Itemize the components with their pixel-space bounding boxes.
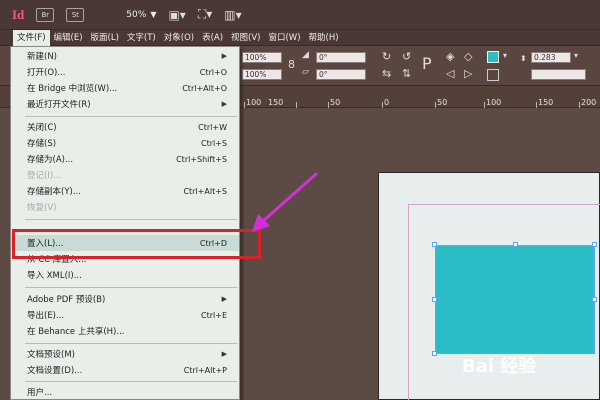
selected-rectangle-frame[interactable] bbox=[435, 245, 595, 354]
submenu-arrow-icon: ▶ bbox=[221, 100, 227, 108]
ruler-tick bbox=[296, 102, 297, 108]
file-menu-dropdown: 新建(N) ▶ 打开(O)... Ctrl+O 在 Bridge 中浏览(W)...… bbox=[10, 46, 240, 400]
stroke-type-field[interactable] bbox=[531, 69, 586, 80]
select-container-icon[interactable]: ◈ bbox=[446, 50, 454, 63]
scale-y-field[interactable]: 100% bbox=[242, 69, 282, 80]
stroke-swatch[interactable] bbox=[487, 69, 499, 81]
menu-item-document-setup[interactable]: 文档设置(D)... Ctrl+Alt+P bbox=[11, 362, 239, 378]
app-logo: Id bbox=[12, 6, 25, 22]
ruler-tick bbox=[328, 102, 329, 108]
menu-item-save-as[interactable]: 存储为(A)... Ctrl+Shift+S bbox=[11, 151, 239, 167]
menu-item-save[interactable]: 存储(S) Ctrl+S bbox=[11, 135, 239, 151]
fill-swatch[interactable] bbox=[487, 51, 499, 63]
chevron-down-icon: ▼ bbox=[150, 9, 157, 19]
constrain-link-icon[interactable]: 8 bbox=[288, 58, 295, 71]
select-next-icon[interactable]: ▷ bbox=[464, 67, 472, 80]
stock-button[interactable]: St bbox=[66, 7, 85, 22]
rotate-ccw-icon[interactable]: ↺ bbox=[402, 50, 411, 63]
menu-view[interactable]: 视图(V) bbox=[227, 30, 264, 46]
menu-item-user[interactable]: 用户... bbox=[11, 384, 239, 400]
menu-item-document-presets[interactable]: 文档预设(M) ▶ bbox=[11, 346, 239, 362]
ruler-label: 0 bbox=[384, 98, 390, 107]
zoom-value: 50% bbox=[126, 9, 147, 20]
ruler-label: 50 bbox=[437, 98, 448, 107]
ruler-tick bbox=[435, 102, 436, 108]
frame-handle-bottom-left[interactable] bbox=[432, 351, 437, 356]
annotation-arrow-icon bbox=[252, 172, 318, 232]
menu-item-export[interactable]: 导出(E)... Ctrl+E bbox=[11, 307, 239, 323]
ruler-label: 100 bbox=[246, 98, 262, 107]
menu-item-recent-files[interactable]: 最近打开文件(R) ▶ bbox=[11, 96, 239, 112]
flip-horizontal-icon[interactable]: ⇆ bbox=[382, 67, 391, 80]
rotate-angle-icon: ◢ bbox=[302, 50, 309, 60]
frame-handle-top-left[interactable] bbox=[432, 242, 437, 247]
ruler-label: 100 bbox=[486, 98, 502, 107]
menu-item-pdf-presets[interactable]: Adobe PDF 预设(B) ▶ bbox=[11, 291, 239, 307]
menu-separator bbox=[25, 219, 237, 220]
menu-edit[interactable]: 编辑(E) bbox=[50, 30, 87, 46]
zoom-dropdown[interactable]: 50% ▼ bbox=[126, 10, 156, 20]
menu-item-new[interactable]: 新建(N) ▶ bbox=[11, 48, 239, 64]
frame-handle-top-right[interactable] bbox=[592, 242, 597, 247]
stroke-weight-field[interactable]: 0.283 bbox=[531, 52, 571, 63]
ruler-tick bbox=[382, 102, 383, 108]
shear-field[interactable]: 0° bbox=[316, 69, 366, 80]
menu-item-open[interactable]: 打开(O)... Ctrl+O bbox=[11, 64, 239, 80]
submenu-arrow-icon: ▶ bbox=[221, 295, 227, 303]
rotate-cw-icon[interactable]: ↻ bbox=[382, 50, 391, 63]
reference-point-icon[interactable]: P bbox=[422, 54, 432, 73]
flip-vertical-icon[interactable]: ⇅ bbox=[402, 67, 411, 80]
arrange-documents-icon[interactable]: ▥▾ bbox=[224, 8, 241, 22]
menu-item-browse-bridge[interactable]: 在 Bridge 中浏览(W)... Ctrl+Alt+O bbox=[11, 80, 239, 96]
menu-item-revert: 恢复(V) bbox=[27, 203, 57, 213]
select-previous-icon[interactable]: ◁ bbox=[446, 67, 454, 80]
menu-item-save-copy[interactable]: 存储副本(Y)... Ctrl+Alt+S bbox=[11, 183, 239, 199]
frame-handle-top[interactable] bbox=[513, 242, 518, 247]
ruler-tick bbox=[244, 102, 245, 108]
stroke-weight-dropdown-icon[interactable]: ▾ bbox=[574, 51, 578, 60]
ruler-label: 150 bbox=[268, 98, 284, 107]
bridge-button[interactable]: Br bbox=[36, 7, 55, 22]
frame-handle-right[interactable] bbox=[592, 297, 597, 302]
menu-bar: 文件(F) 编辑(E) 版面(L) 文字(T) 对象(O) 表(A) 视图(V)… bbox=[0, 29, 600, 46]
rotate-field[interactable]: 0° bbox=[316, 52, 366, 63]
frame-handle-left[interactable] bbox=[432, 297, 437, 302]
menu-help[interactable]: 帮助(H) bbox=[305, 30, 343, 46]
shear-angle-icon: ▱ bbox=[302, 67, 309, 77]
ruler-label: 150 bbox=[538, 98, 554, 107]
menu-separator bbox=[25, 381, 237, 382]
submenu-arrow-icon: ▶ bbox=[221, 350, 227, 358]
ruler-label: 200 bbox=[581, 98, 597, 107]
watermark: Bai 经验 bbox=[462, 356, 537, 377]
ruler-label: 50 bbox=[330, 98, 341, 107]
menu-separator bbox=[25, 116, 237, 117]
fill-dropdown-icon[interactable]: ▾ bbox=[503, 51, 507, 60]
scale-x-field[interactable]: 100% bbox=[242, 52, 282, 63]
menu-item-check-in: 登记(I)... bbox=[27, 171, 62, 181]
menu-window[interactable]: 窗口(W) bbox=[264, 30, 304, 46]
menu-item-share-behance[interactable]: 在 Behance 上共享(H)... bbox=[11, 323, 239, 339]
stroke-weight-stepper-icon[interactable]: ⬍ bbox=[520, 54, 527, 63]
ruler-tick bbox=[484, 102, 485, 108]
screen-mode-icon[interactable]: ⛶▾ bbox=[198, 7, 212, 22]
annotation-highlight-box bbox=[12, 229, 261, 259]
menu-type[interactable]: 文字(T) bbox=[123, 30, 160, 46]
app-bar: Id Br St 50% ▼ ▣▾ ⛶▾ ▥▾ bbox=[0, 0, 600, 30]
menu-item-import-xml[interactable]: 导入 XML(I)... bbox=[11, 267, 239, 283]
view-options-icon[interactable]: ▣▾ bbox=[168, 8, 185, 22]
menu-table[interactable]: 表(A) bbox=[198, 30, 227, 46]
submenu-arrow-icon: ▶ bbox=[221, 52, 227, 60]
ruler-tick bbox=[579, 102, 580, 108]
select-content-icon[interactable]: ◇ bbox=[464, 50, 472, 63]
menu-separator bbox=[25, 287, 237, 288]
menu-object[interactable]: 对象(O) bbox=[160, 30, 198, 46]
menu-file[interactable]: 文件(F) bbox=[13, 29, 50, 46]
menu-layout[interactable]: 版面(L) bbox=[87, 30, 123, 46]
menu-item-close[interactable]: 关闭(C) Ctrl+W bbox=[11, 119, 239, 135]
menu-separator bbox=[25, 343, 237, 344]
ruler-tick bbox=[536, 102, 537, 108]
